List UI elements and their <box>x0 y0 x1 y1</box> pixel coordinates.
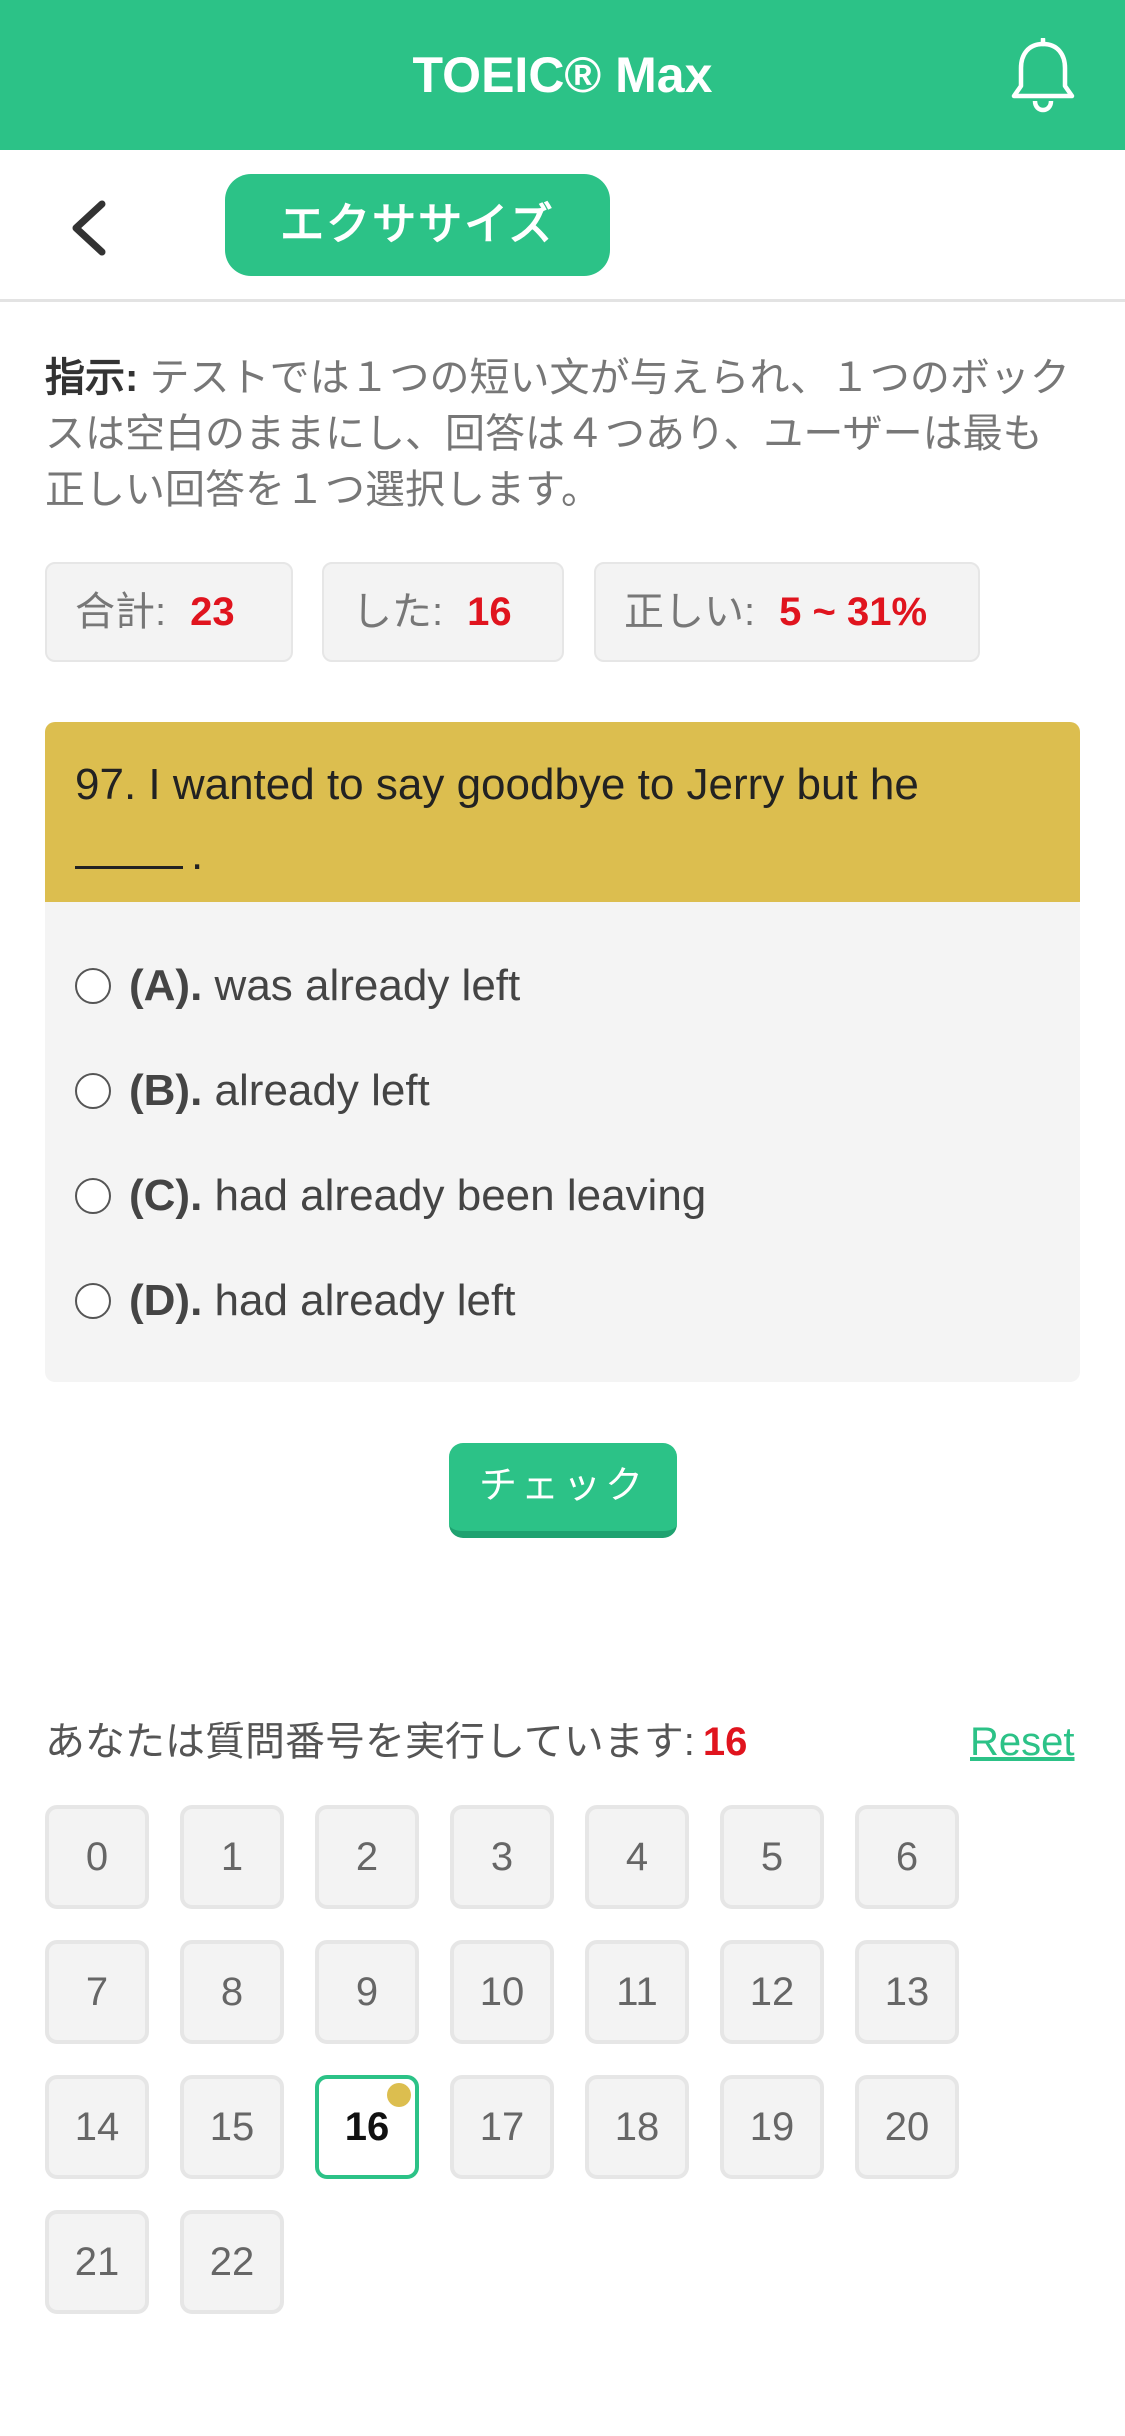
nav-item-label: 7 <box>85 1970 109 2014</box>
nav-item-label: 4 <box>625 1835 649 1879</box>
check-button[interactable]: チェック <box>449 1443 677 1538</box>
sub-navigation: エクササイズ <box>0 150 1125 302</box>
nav-item-13[interactable]: 13 <box>855 1940 959 2044</box>
stat-correct-value: 5 ~ 31% <box>779 590 928 634</box>
progress-indicator: あなたは質問番号を実行しています: 16 <box>45 1712 747 1772</box>
nav-item-label: 14 <box>74 2105 120 2149</box>
nav-item-label: 9 <box>355 1970 379 2014</box>
nav-item-label: 21 <box>74 2240 120 2284</box>
option-b-text: already left <box>214 1066 430 1115</box>
nav-item-11[interactable]: 11 <box>585 1940 689 2044</box>
nav-item-17[interactable]: 17 <box>450 2075 554 2179</box>
question-header: 97. I wanted to say goodbye to Jerry but… <box>45 722 1080 902</box>
nav-item-label: 3 <box>490 1835 514 1879</box>
nav-item-label: 15 <box>209 2105 255 2149</box>
nav-item-label: 20 <box>884 2105 930 2149</box>
app-title: TOEIC® Max <box>412 47 713 103</box>
nav-item-label: 22 <box>209 2240 255 2284</box>
nav-item-label: 19 <box>749 2105 795 2149</box>
option-a-letter-text: (A). <box>129 961 203 1010</box>
radio-b[interactable] <box>75 1073 111 1109</box>
instructions-text: テストでは１つの短い文が与えられ、１つのボックスは空白のままにし、回答は４つあり… <box>45 356 1070 512</box>
stat-correct-label: 正しい: <box>624 590 756 634</box>
option-b-letter: (B). already left <box>129 1051 430 1131</box>
radio-c[interactable] <box>75 1178 111 1214</box>
question-card: 97. I wanted to say goodbye to Jerry but… <box>45 722 1080 1382</box>
nav-item-2[interactable]: 2 <box>315 1805 419 1909</box>
nav-item-label: 1 <box>220 1835 244 1879</box>
current-indicator-dot <box>387 2083 411 2107</box>
nav-item-12[interactable]: 12 <box>720 1940 824 2044</box>
nav-item-4[interactable]: 4 <box>585 1805 689 1909</box>
nav-item-3[interactable]: 3 <box>450 1805 554 1909</box>
stat-total: 合計: 23 <box>45 562 293 662</box>
bell-icon[interactable] <box>1008 38 1078 114</box>
radio-a[interactable] <box>75 968 111 1004</box>
nav-item-8[interactable]: 8 <box>180 1940 284 2044</box>
nav-item-5[interactable]: 5 <box>720 1805 824 1909</box>
option-d-text: had already left <box>214 1276 516 1325</box>
nav-item-label: 0 <box>85 1835 109 1879</box>
option-a-letter: (A). was already left <box>129 946 520 1026</box>
nav-item-14[interactable]: 14 <box>45 2075 149 2179</box>
instructions: 指示: テストでは１つの短い文が与えられ、１つのボックスは空白のままにし、回答は… <box>45 350 1080 518</box>
progress-label: あなたは質問番号を実行しています: <box>45 1720 695 1764</box>
nav-item-7[interactable]: 7 <box>45 1940 149 2044</box>
nav-item-1[interactable]: 1 <box>180 1805 284 1909</box>
answer-blank <box>75 825 183 869</box>
nav-item-label: 18 <box>614 2105 660 2149</box>
stat-done: した: 16 <box>322 562 564 662</box>
stat-total-label: 合計: <box>75 590 167 634</box>
chevron-left-icon[interactable] <box>62 198 122 258</box>
app-header: TOEIC® Max <box>0 0 1125 150</box>
option-d[interactable]: (D). had already left <box>75 1261 1065 1341</box>
nav-item-label: 12 <box>749 1970 795 2014</box>
option-a-text: was already left <box>214 961 521 1010</box>
nav-item-6[interactable]: 6 <box>855 1805 959 1909</box>
stat-done-label: した: <box>352 590 444 634</box>
question-tail: . <box>191 830 204 879</box>
nav-item-22[interactable]: 22 <box>180 2210 284 2314</box>
stat-total-value: 23 <box>190 590 235 634</box>
nav-item-10[interactable]: 10 <box>450 1940 554 2044</box>
nav-item-label: 16 <box>344 2105 390 2149</box>
option-c-letter: (C). had already been leaving <box>129 1156 706 1236</box>
nav-item-label: 2 <box>355 1835 379 1879</box>
progress-current: 16 <box>702 1720 748 1764</box>
nav-item-19[interactable]: 19 <box>720 2075 824 2179</box>
nav-item-label: 17 <box>479 2105 525 2149</box>
option-b[interactable]: (B). already left <box>75 1051 1065 1131</box>
stat-done-value: 16 <box>467 590 512 634</box>
question-text: 97. I wanted to say goodbye to Jerry but… <box>75 760 919 809</box>
radio-d[interactable] <box>75 1283 111 1319</box>
nav-item-20[interactable]: 20 <box>855 2075 959 2179</box>
nav-item-label: 5 <box>760 1835 784 1879</box>
instructions-label: 指示: <box>45 356 139 400</box>
option-c-text: had already been leaving <box>214 1171 707 1220</box>
option-b-letter-text: (B). <box>129 1066 203 1115</box>
nav-item-21[interactable]: 21 <box>45 2210 149 2314</box>
nav-item-18[interactable]: 18 <box>585 2075 689 2179</box>
tab-exercise[interactable]: エクササイズ <box>225 174 610 276</box>
nav-item-label: 6 <box>895 1835 919 1879</box>
nav-item-15[interactable]: 15 <box>180 2075 284 2179</box>
option-d-letter-text: (D). <box>129 1276 203 1325</box>
option-c[interactable]: (C). had already been leaving <box>75 1156 1065 1236</box>
option-a[interactable]: (A). was already left <box>75 946 1065 1026</box>
nav-item-label: 10 <box>479 1970 525 2014</box>
nav-item-label: 13 <box>884 1970 930 2014</box>
option-c-letter-text: (C). <box>129 1171 203 1220</box>
nav-item-label: 11 <box>616 1970 658 2014</box>
nav-item-9[interactable]: 9 <box>315 1940 419 2044</box>
reset-link[interactable]: Reset <box>970 1712 1075 1772</box>
nav-item-0[interactable]: 0 <box>45 1805 149 1909</box>
option-d-letter: (D). had already left <box>129 1261 515 1341</box>
nav-item-label: 8 <box>220 1970 244 2014</box>
stat-correct: 正しい: 5 ~ 31% <box>594 562 980 662</box>
nav-item-16[interactable]: 16 <box>315 2075 419 2179</box>
